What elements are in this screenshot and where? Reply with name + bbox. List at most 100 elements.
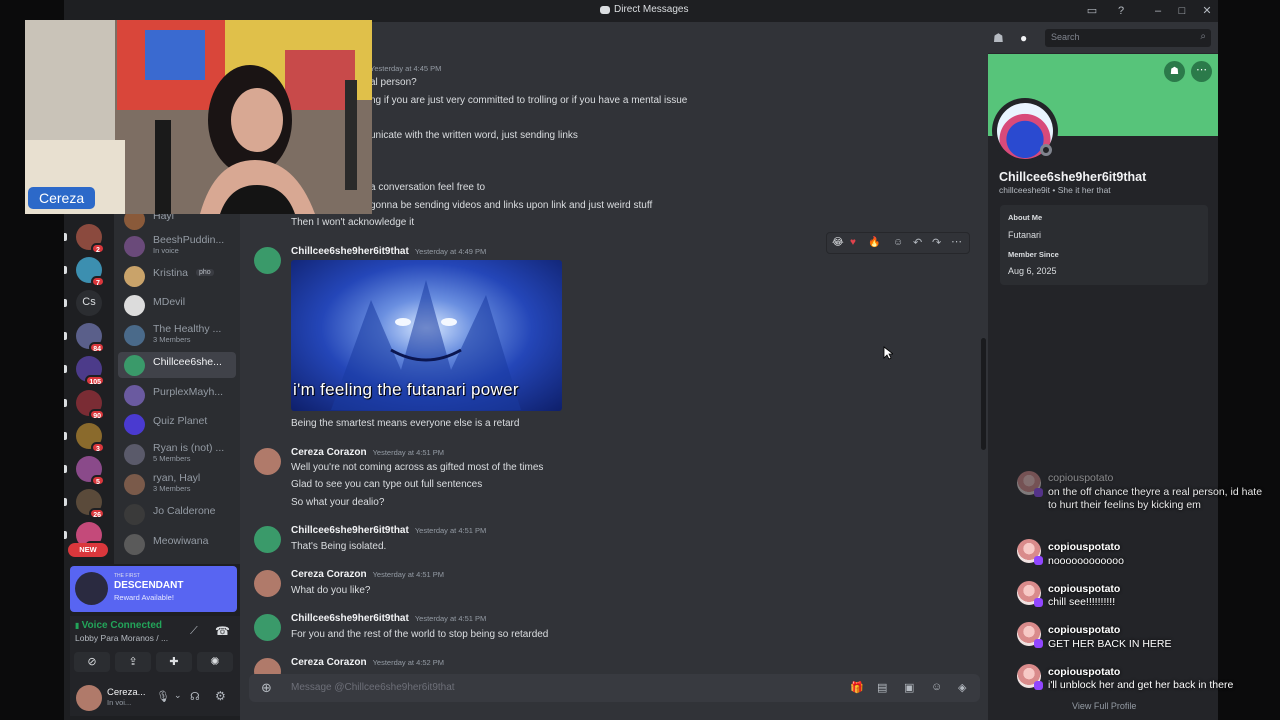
image-attachment[interactable]: i'm feeling the futanari power: [291, 260, 562, 411]
message-avatar[interactable]: [254, 570, 281, 597]
help-icon[interactable]: ?: [1114, 4, 1128, 18]
apps-icon[interactable]: ◈: [958, 681, 966, 694]
chatter-name: copiouspotato: [1048, 541, 1121, 553]
gif-icon[interactable]: ▤: [877, 681, 887, 694]
author-name[interactable]: Cereza Corazon: [291, 569, 367, 580]
server-icon[interactable]: 26: [76, 489, 105, 519]
message-author[interactable]: Chillcee6she9her6it9that Yesterday at 4:4…: [291, 246, 486, 257]
game-promo-banner[interactable]: THE FIRST DESCENDANT Reward Available!: [70, 566, 237, 612]
discord-logo-icon: [600, 5, 610, 14]
inbox-icon[interactable]: ▭: [1085, 4, 1099, 18]
author-name[interactable]: Chillcee6she9her6it9that: [291, 525, 409, 536]
dm-item[interactable]: ryan, Hayl 3 Members: [118, 471, 236, 497]
dm-item[interactable]: Jo Calderone: [118, 501, 236, 527]
message-avatar[interactable]: [254, 448, 281, 475]
unread-indicator: [64, 299, 67, 307]
activities-button[interactable]: ✚: [156, 652, 192, 672]
server-icon[interactable]: 105: [76, 356, 105, 386]
message-author[interactable]: Chillcee6she9her6it9that Yesterday at 4:5…: [291, 613, 486, 624]
mention-badge: 26: [89, 508, 105, 519]
promo-title: DESCENDANT: [114, 580, 184, 591]
add-friends-icon[interactable]: ☗: [993, 31, 1004, 45]
reply-icon[interactable]: ↶: [913, 236, 922, 249]
user-avatar[interactable]: [76, 685, 102, 711]
dm-avatar: [124, 295, 145, 316]
signal-icon: ▮: [75, 621, 82, 630]
user-status: In voi...: [107, 698, 132, 707]
dm-avatar: [124, 444, 145, 465]
chat-message: i'll unblock her and get her back in the…: [1048, 679, 1234, 691]
author-name[interactable]: Cereza Corazon: [291, 657, 367, 668]
soundboard-button[interactable]: ✺: [197, 652, 233, 672]
server-icon[interactable]: 7: [76, 257, 105, 287]
laugh-reaction-icon[interactable]: 😂: [832, 237, 844, 248]
author-name[interactable]: Cereza Corazon: [291, 447, 367, 458]
screen-share-button[interactable]: ⇪: [115, 652, 151, 672]
forward-icon[interactable]: ↷: [932, 236, 941, 249]
mention-badge: 105: [85, 375, 105, 386]
server-icon[interactable]: 84: [76, 323, 105, 353]
maximize-icon[interactable]: □: [1175, 4, 1189, 18]
message-author[interactable]: Cereza Corazon Yesterday at 4:51 PM: [291, 447, 444, 458]
promo-avatar: [75, 572, 108, 605]
dm-item[interactable]: PurplexMayh...: [118, 382, 236, 408]
chatter-avatar: [1017, 471, 1043, 497]
message-avatar[interactable]: [254, 614, 281, 641]
chat-scrollbar[interactable]: [981, 338, 986, 450]
message-author[interactable]: Cereza Corazon Yesterday at 4:51 PM: [291, 569, 444, 580]
promo-subtitle: Reward Available!: [114, 593, 174, 602]
dm-item[interactable]: Kristina pho: [118, 263, 236, 289]
noise-suppression-icon[interactable]: ⟋: [190, 625, 198, 638]
profile-username-line: chillceeshe9it • She it her that: [999, 185, 1111, 195]
author-name[interactable]: Chillcee6she9her6it9that: [291, 613, 409, 624]
mute-icon[interactable]: 🎙: [156, 690, 170, 703]
sticker-icon[interactable]: ▣: [904, 681, 914, 694]
server-icon[interactable]: 90: [76, 390, 105, 420]
dm-item[interactable]: BeeshPuddin... In voice: [118, 233, 236, 259]
disconnect-icon[interactable]: ☎: [215, 624, 230, 638]
add-attachment-icon[interactable]: ⊕: [261, 680, 272, 696]
close-icon[interactable]: ✕: [1200, 4, 1214, 18]
message-text: Being the smartest means everyone else i…: [291, 418, 520, 429]
more-icon[interactable]: ⋯: [1191, 61, 1212, 82]
user-name: Cereza...: [107, 687, 146, 698]
chevron-down-icon[interactable]: ⌄: [174, 690, 182, 701]
more-options-icon[interactable]: ⋯: [951, 235, 962, 248]
dm-item[interactable]: MDevil: [118, 292, 236, 318]
webcam-overlay: Cereza: [25, 20, 372, 214]
camera-off-button[interactable]: ⊘: [74, 652, 110, 672]
offline-status-icon: [1040, 144, 1052, 156]
server-icon[interactable]: 2: [76, 224, 105, 254]
message-text: gonna be sending videos and links upon l…: [370, 200, 653, 211]
user-profile-icon[interactable]: ●: [1020, 31, 1027, 45]
server-icon[interactable]: Cs: [76, 290, 102, 316]
dm-item[interactable]: Meowiwana: [118, 531, 236, 557]
dm-item[interactable]: Chillcee6she...: [118, 352, 236, 378]
dm-name: BeeshPuddin...: [153, 234, 225, 246]
add-friend-icon[interactable]: ☗: [1164, 61, 1185, 82]
add-reaction-icon[interactable]: ☺: [893, 237, 903, 248]
dm-item[interactable]: Ryan is (not) ... 5 Members: [118, 441, 236, 467]
author-name[interactable]: Chillcee6she9her6it9that: [291, 246, 409, 257]
heart-reaction-icon[interactable]: ♥: [850, 237, 856, 248]
view-full-profile-link[interactable]: View Full Profile: [1072, 701, 1136, 711]
dm-item[interactable]: The Healthy ... 3 Members: [118, 322, 236, 348]
search-input[interactable]: Search ⌕: [1045, 29, 1211, 47]
gift-icon[interactable]: 🎁: [850, 681, 864, 694]
dm-item[interactable]: Quiz Planet: [118, 411, 236, 437]
emoji-icon[interactable]: ☺: [931, 681, 942, 693]
minimize-icon[interactable]: –: [1151, 4, 1165, 18]
headphones-icon[interactable]: ☊: [190, 690, 200, 703]
chatter-avatar: [1017, 581, 1043, 607]
message-author[interactable]: Cereza Corazon Yesterday at 4:52 PM: [291, 657, 444, 668]
server-icon[interactable]: 5: [76, 456, 105, 486]
fire-reaction-icon[interactable]: 🔥: [868, 237, 880, 248]
message-composer[interactable]: ⊕ Message @Chillcee6she9her6it9that 🎁 ▤ …: [249, 674, 980, 702]
chatter-avatar: [1017, 622, 1043, 648]
message-avatar[interactable]: [254, 247, 281, 274]
settings-gear-icon[interactable]: ⚙: [215, 689, 226, 703]
message-author[interactable]: Chillcee6she9her6it9that Yesterday at 4:5…: [291, 525, 486, 536]
voice-location[interactable]: Lobby Para Moranos / ...: [75, 633, 168, 643]
server-icon[interactable]: 3: [76, 423, 105, 453]
message-avatar[interactable]: [254, 526, 281, 553]
